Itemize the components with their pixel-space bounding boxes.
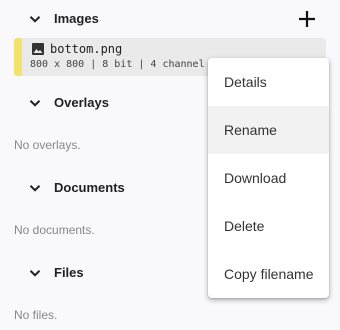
chevron-down-icon[interactable] — [26, 94, 44, 112]
documents-empty-text: No documents. — [14, 223, 95, 237]
menu-item-copy-filename[interactable]: Copy filename — [208, 250, 329, 298]
menu-item-rename[interactable]: Rename — [208, 106, 329, 154]
image-file-meta: 800 x 800 | 8 bit | 4 channel — [30, 59, 205, 70]
image-icon — [32, 43, 44, 55]
chevron-down-icon[interactable] — [26, 10, 44, 28]
files-section-title: Files — [54, 265, 84, 280]
image-file-name: bottom.png — [50, 42, 123, 56]
documents-section-title: Documents — [54, 180, 125, 195]
chevron-down-icon[interactable] — [26, 264, 44, 282]
menu-item-download[interactable]: Download — [208, 154, 329, 202]
overlays-empty-text: No overlays. — [14, 138, 81, 152]
plus-icon — [299, 11, 315, 27]
add-image-button[interactable] — [294, 8, 320, 30]
menu-item-delete[interactable]: Delete — [208, 202, 329, 250]
menu-item-details[interactable]: Details — [208, 58, 329, 106]
images-section-title: Images — [54, 11, 99, 26]
selection-accent-bar — [14, 38, 22, 76]
overlays-section-title: Overlays — [54, 95, 109, 110]
files-empty-text: No files. — [14, 308, 58, 322]
images-section-header[interactable]: Images — [0, 0, 340, 36]
file-context-menu: Details Rename Download Delete Copy file… — [208, 58, 329, 298]
chevron-down-icon[interactable] — [26, 179, 44, 197]
